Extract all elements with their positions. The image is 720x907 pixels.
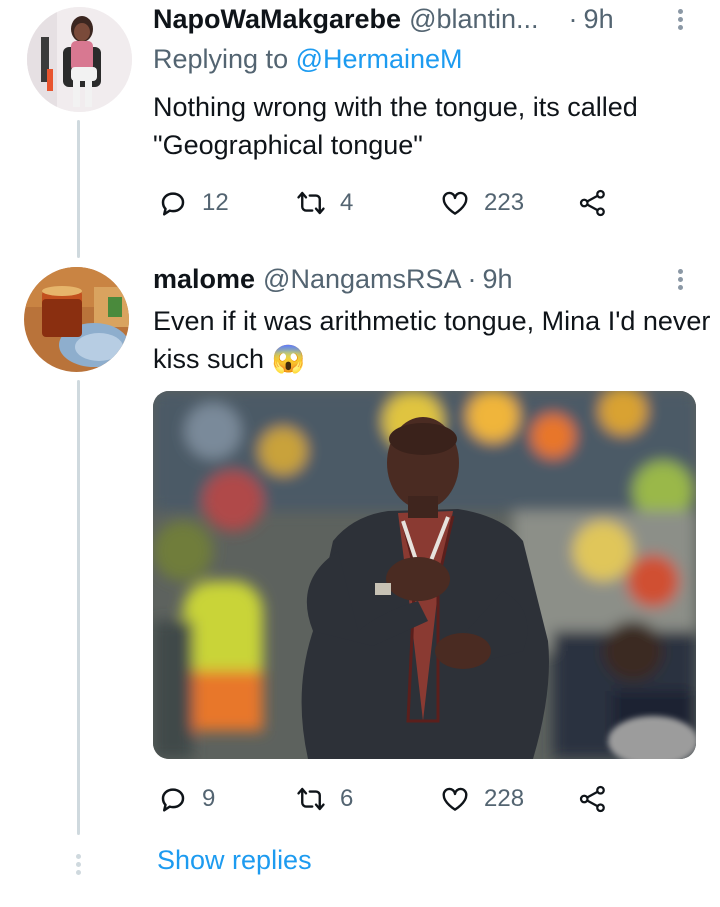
share-button[interactable] — [578, 784, 608, 814]
reply-count: 12 — [202, 189, 229, 216]
reply-count: 9 — [202, 785, 216, 812]
avatar[interactable] — [27, 7, 132, 112]
share-icon — [579, 785, 605, 813]
avatar[interactable] — [24, 267, 129, 372]
tweet-text: Even if it was arithmetic tongue, Mina I… — [153, 302, 713, 378]
tweet-text-body: Even if it was arithmetic tongue, Mina I… — [153, 306, 711, 374]
separator-dot: · — [467, 264, 477, 294]
mention-link[interactable]: @HermaineM — [296, 44, 463, 74]
more-icon[interactable] — [676, 6, 684, 33]
like-button[interactable]: 228 — [440, 784, 524, 814]
timestamp[interactable]: 9h — [584, 4, 614, 35]
separator-dot: · — [568, 4, 578, 34]
reply-button[interactable]: 12 — [158, 188, 229, 218]
scream-emoji: 😱 — [271, 344, 306, 374]
display-name[interactable]: NapoWaMakgarebe — [153, 4, 401, 35]
tweet-photo[interactable] — [153, 391, 696, 759]
retweet-button[interactable]: 6 — [296, 784, 353, 814]
reply-button[interactable]: 9 — [158, 784, 215, 814]
like-icon — [442, 191, 468, 215]
share-button[interactable] — [578, 188, 608, 218]
retweet-icon — [297, 191, 325, 215]
user-handle[interactable]: @blantin... — [409, 4, 538, 35]
thread-line — [77, 380, 80, 835]
user-handle[interactable]: @NangamsRSA — [263, 264, 461, 295]
share-icon — [579, 189, 605, 217]
retweet-icon — [297, 787, 325, 811]
timestamp[interactable]: 9h — [483, 264, 513, 295]
tweet-header: malome @NangamsRSA · 9h — [153, 264, 513, 295]
like-count: 228 — [484, 785, 525, 812]
retweet-count: 4 — [340, 189, 354, 216]
tweet-header: NapoWaMakgarebe @blantin... · 9h — [153, 4, 614, 35]
like-button[interactable]: 223 — [440, 188, 524, 218]
replying-to: Replying to @HermaineM — [153, 44, 463, 75]
retweet-count: 6 — [340, 785, 354, 812]
more-icon[interactable] — [676, 266, 684, 293]
show-replies-link[interactable]: Show replies — [157, 845, 312, 876]
reply-icon — [161, 788, 185, 812]
like-count: 223 — [484, 189, 525, 216]
replying-to-label: Replying to — [153, 44, 296, 74]
tweet-text: Nothing wrong with the tongue, its calle… — [153, 92, 638, 160]
like-icon — [442, 787, 468, 811]
reply-icon — [161, 192, 185, 216]
display-name[interactable]: malome — [153, 264, 255, 295]
thread-more-icon — [74, 851, 82, 878]
thread-line — [77, 120, 80, 258]
retweet-button[interactable]: 4 — [296, 188, 353, 218]
